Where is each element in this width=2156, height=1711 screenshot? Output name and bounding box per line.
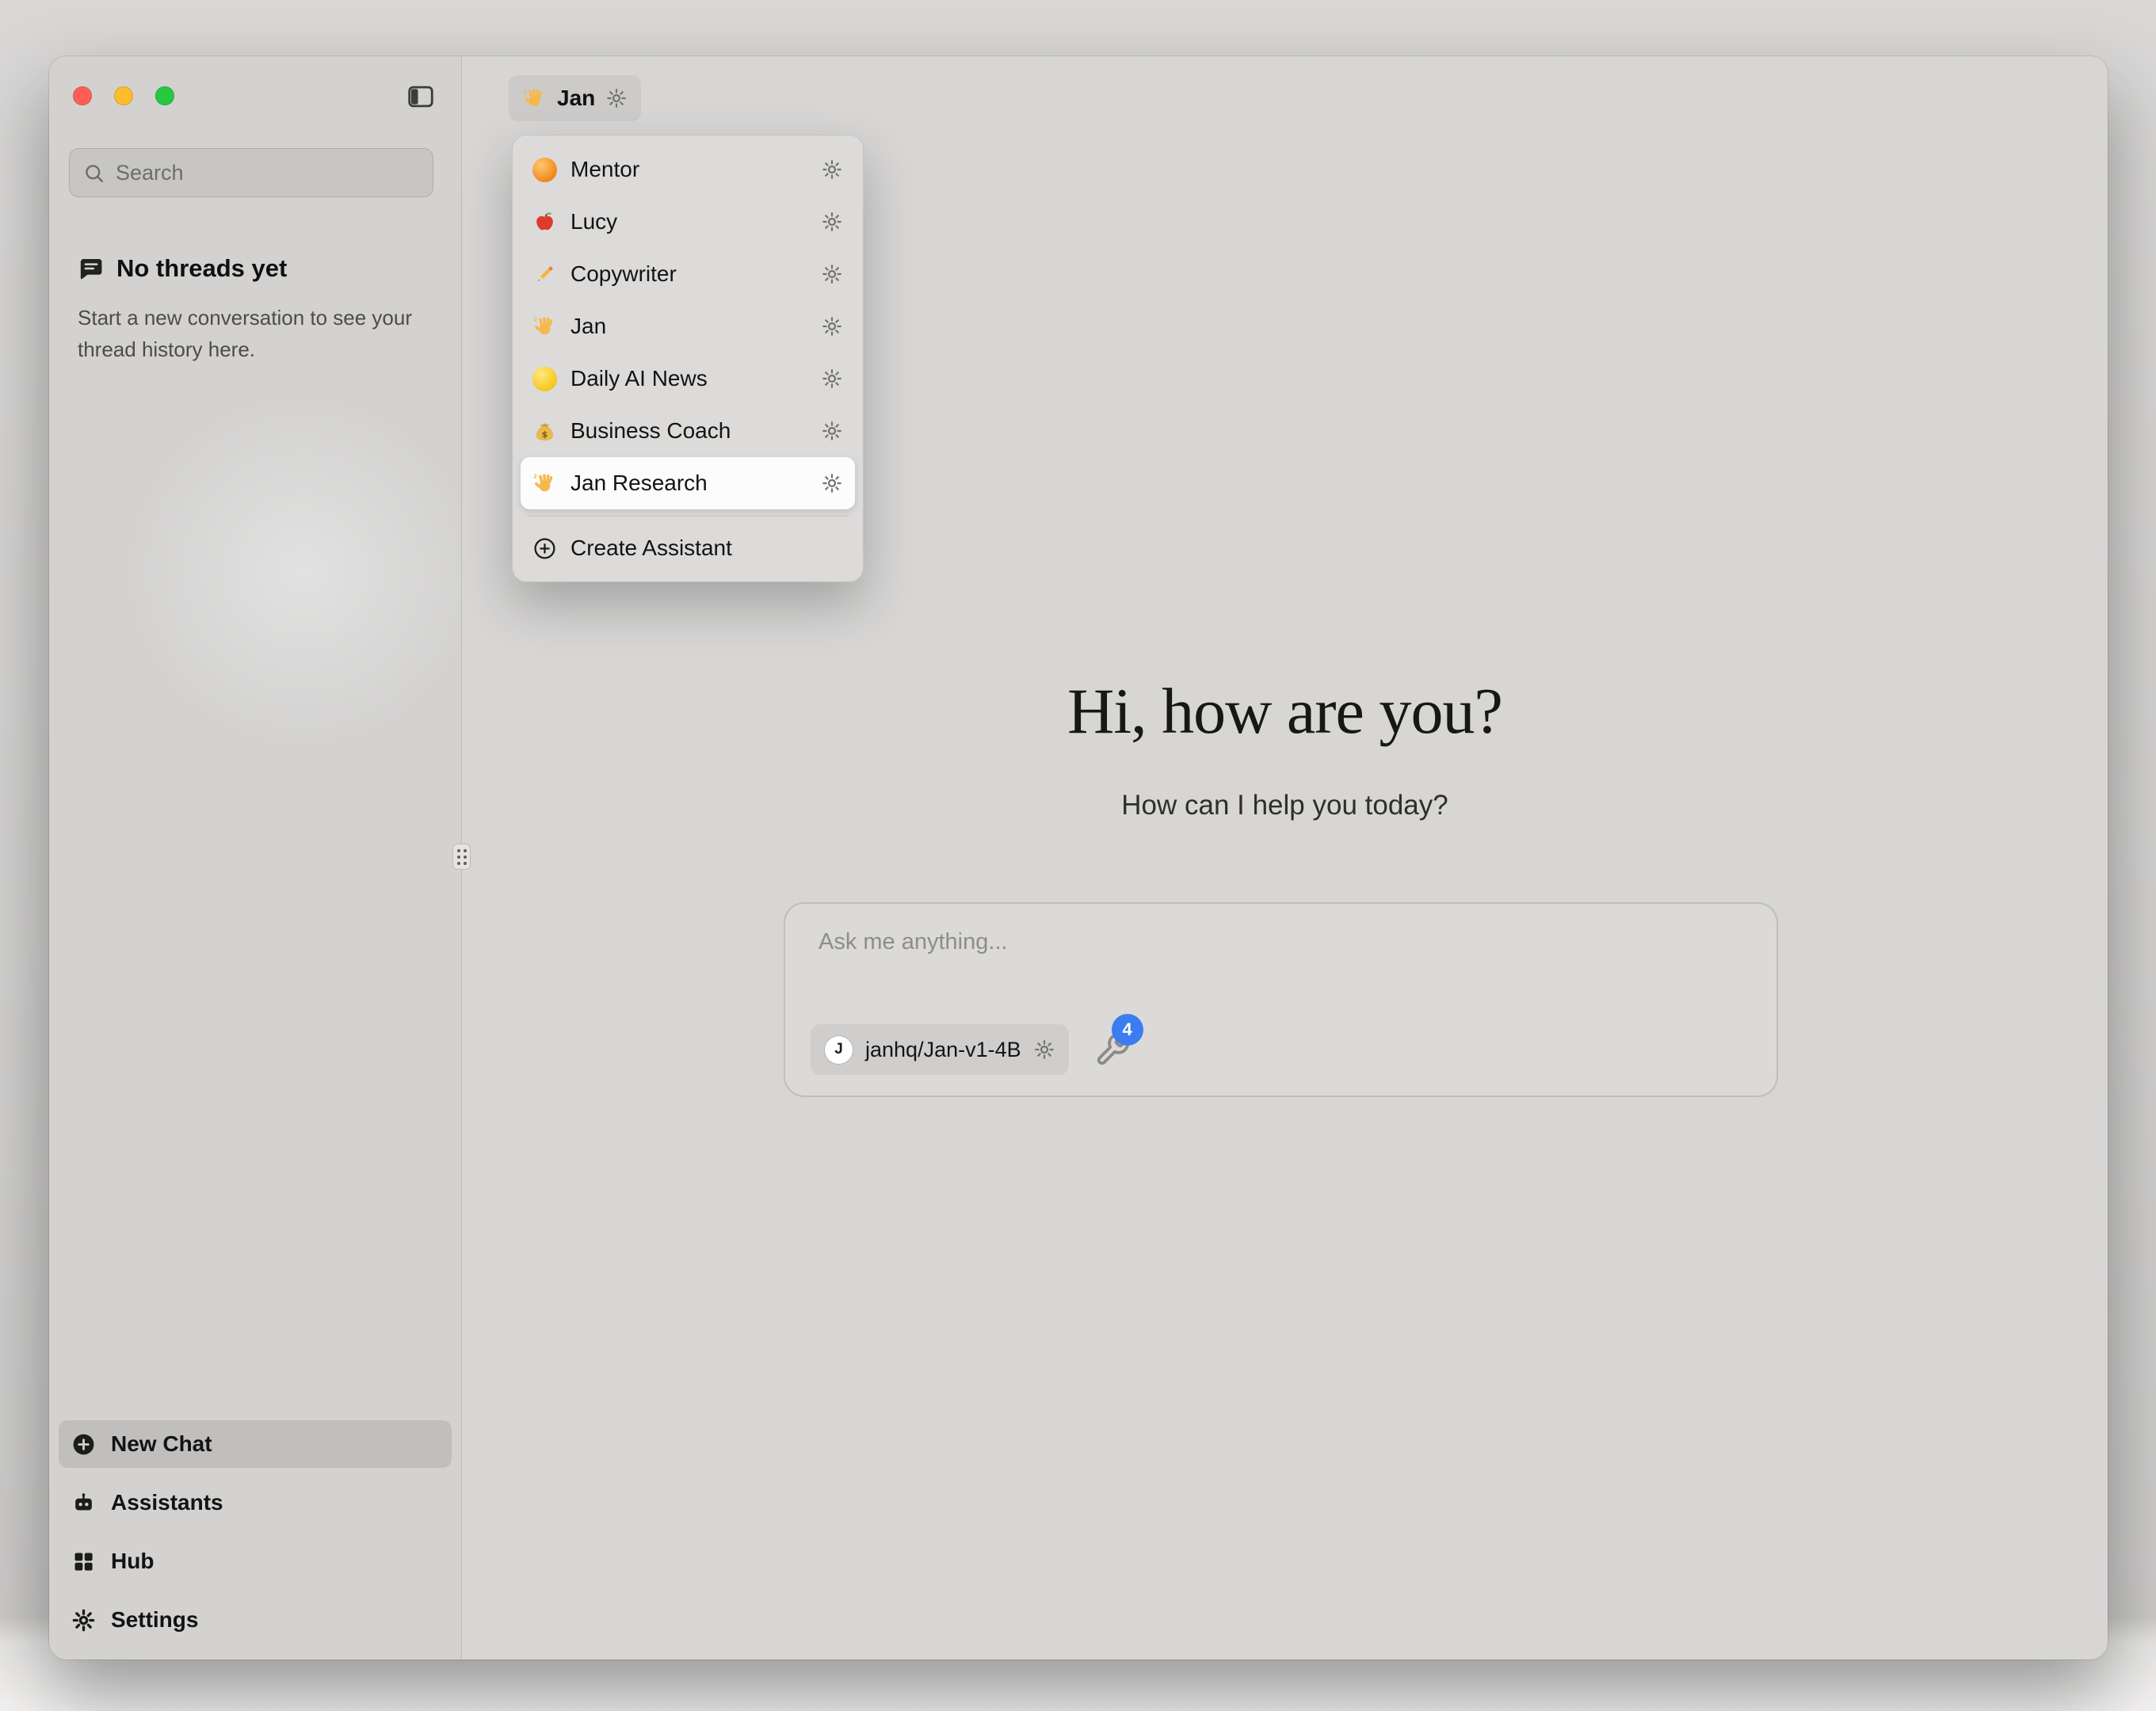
blocks-icon xyxy=(71,1549,96,1574)
chat-bubble-icon xyxy=(78,255,105,282)
gear-icon[interactable] xyxy=(821,315,843,337)
assistant-switcher-button[interactable]: Jan xyxy=(509,75,641,121)
composer-toolbar: J janhq/Jan-v1-4B 4 xyxy=(811,1024,1131,1075)
money-bag-icon xyxy=(532,419,557,444)
app-window: No threads yet Start a new conversation … xyxy=(49,56,2108,1660)
menu-item-label: Mentor xyxy=(570,157,807,182)
sidebar: No threads yet Start a new conversation … xyxy=(49,56,462,1660)
sidebar-item-assistants[interactable]: Assistants xyxy=(59,1479,452,1526)
model-settings-gear-icon[interactable] xyxy=(1033,1038,1055,1061)
welcome-block: Hi, how are you? How can I help you toda… xyxy=(462,679,2108,821)
hero-title: Hi, how are you? xyxy=(462,679,2108,744)
assistant-menu-item-lucy[interactable]: Lucy xyxy=(521,196,855,248)
empty-state-description: Start a new conversation to see your thr… xyxy=(78,302,420,366)
nav-item-label: Hub xyxy=(111,1549,154,1574)
panel-left-icon xyxy=(406,82,436,112)
gear-icon xyxy=(71,1608,96,1633)
sidebar-nav: New Chat Assistants Hub Settings xyxy=(59,1420,452,1644)
pencil-icon xyxy=(532,262,557,287)
menu-item-label: Business Coach xyxy=(570,418,807,444)
menu-item-label: Daily AI News xyxy=(570,366,807,391)
model-name: janhq/Jan-v1-4B xyxy=(865,1038,1021,1062)
sidebar-item-hub[interactable]: Hub xyxy=(59,1538,452,1585)
assistant-menu: Mentor Lucy Copywriter Jan Daily AI News xyxy=(512,135,864,582)
nav-item-label: Settings xyxy=(111,1607,198,1633)
assistant-settings-gear-icon[interactable] xyxy=(605,87,628,109)
window-controls xyxy=(73,86,174,105)
menu-item-label: Lucy xyxy=(570,209,807,234)
plus-circle-outline-icon xyxy=(532,536,557,561)
hero-subtitle: How can I help you today? xyxy=(462,790,2108,821)
wave-hand-icon xyxy=(532,471,557,496)
search-icon xyxy=(82,162,105,185)
sidebar-item-new-chat[interactable]: New Chat xyxy=(59,1420,452,1468)
gear-icon[interactable] xyxy=(821,420,843,442)
apple-icon xyxy=(532,210,557,234)
empty-state-title: No threads yet xyxy=(116,254,287,283)
search-bar[interactable] xyxy=(69,148,433,197)
menu-item-label: Jan xyxy=(570,314,807,339)
assistant-menu-item-copywriter[interactable]: Copywriter xyxy=(521,248,855,300)
chat-input[interactable] xyxy=(819,929,1745,997)
empty-state: No threads yet Start a new conversation … xyxy=(78,254,426,366)
bot-icon xyxy=(71,1491,96,1515)
search-input[interactable] xyxy=(116,161,420,185)
zoom-window-button[interactable] xyxy=(155,86,174,105)
gear-icon[interactable] xyxy=(821,263,843,285)
assistant-menu-item-business-coach[interactable]: Business Coach xyxy=(521,405,855,457)
close-window-button[interactable] xyxy=(73,86,92,105)
sidebar-toggle-button[interactable] xyxy=(406,82,436,112)
menu-item-label: Create Assistant xyxy=(570,535,732,561)
model-selector-chip[interactable]: J janhq/Jan-v1-4B xyxy=(811,1024,1069,1075)
plus-circle-icon xyxy=(71,1432,96,1457)
nav-item-label: New Chat xyxy=(111,1431,212,1457)
assistant-menu-item-daily-ai-news[interactable]: Daily AI News xyxy=(521,352,855,405)
tools-count-badge: 4 xyxy=(1112,1014,1143,1046)
create-assistant-item[interactable]: Create Assistant xyxy=(521,523,855,574)
orange-circle-icon xyxy=(532,158,557,182)
assistant-menu-item-jan[interactable]: Jan xyxy=(521,300,855,352)
assistant-name: Jan xyxy=(557,86,595,111)
minimize-window-button[interactable] xyxy=(114,86,133,105)
assistant-menu-item-mentor[interactable]: Mentor xyxy=(521,143,855,196)
wave-hand-icon xyxy=(522,86,547,111)
yellow-circle-icon xyxy=(532,367,557,391)
gear-icon[interactable] xyxy=(821,158,843,181)
menu-item-label: Jan Research xyxy=(570,471,807,496)
gear-icon[interactable] xyxy=(821,368,843,390)
sidebar-resize-handle[interactable] xyxy=(452,844,471,870)
chat-composer: J janhq/Jan-v1-4B 4 xyxy=(784,902,1778,1097)
menu-item-label: Copywriter xyxy=(570,261,807,287)
sidebar-item-settings[interactable]: Settings xyxy=(59,1596,452,1644)
grip-dots-icon xyxy=(457,849,467,865)
main-area: Jan Mentor Lucy Copywriter Jan xyxy=(462,56,2108,1660)
gear-icon[interactable] xyxy=(821,472,843,494)
model-avatar: J xyxy=(824,1035,853,1065)
assistant-menu-item-jan-research[interactable]: Jan Research xyxy=(521,457,855,509)
tools-button[interactable]: 4 xyxy=(1094,1031,1131,1068)
nav-item-label: Assistants xyxy=(111,1490,223,1515)
wave-hand-icon xyxy=(532,314,557,339)
gear-icon[interactable] xyxy=(821,211,843,233)
